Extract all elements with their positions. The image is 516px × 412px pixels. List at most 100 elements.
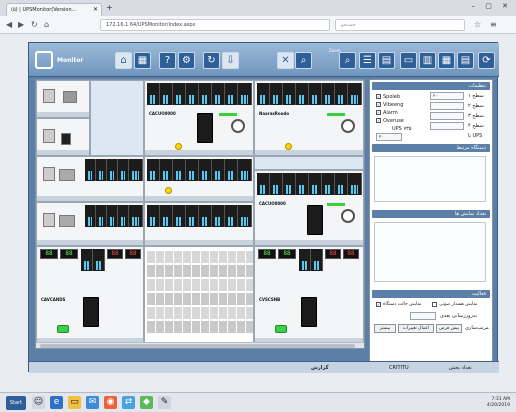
grid-button[interactable]: ▦ [134,52,151,69]
gauge [270,173,283,195]
device-name: CAVCANDS [41,297,66,302]
digital-readout: 88 [107,249,123,259]
device-tile-lower-left[interactable]: 88 88 88 88 CAVCANDS [36,246,144,344]
digital-readout: 88 [258,249,276,259]
search-button[interactable]: ⌕ [339,52,356,69]
layout2-button[interactable]: ▥ [419,52,436,69]
ok-lamp-icon [57,325,69,333]
browser-tab[interactable]: (۵) | UPSMonitor(Version... ✕ [6,3,102,16]
check-label: Overuse [383,118,404,124]
check-label: Spoleb [383,94,401,100]
checkbox-alarm[interactable]: ✓ [376,110,381,115]
period-select[interactable] [410,312,436,320]
level2-select[interactable] [430,102,464,110]
bookmarks-icon[interactable]: ☆ [474,20,481,29]
window-controls[interactable]: – ▢ ✕ [472,2,512,10]
device-list[interactable] [374,156,486,202]
device-tile-lower-right[interactable]: 88 88 88 88 CVSCSNB [254,246,364,344]
network-icon[interactable]: ⇄ [122,396,135,409]
settings-button[interactable]: ⚙ [178,52,195,69]
search-placeholder: جستجو [341,22,356,28]
refresh-button[interactable]: ↻ [203,52,220,69]
device-image [59,169,75,181]
gauge [118,159,129,181]
search-input[interactable]: جستجو [335,19,465,31]
device-tile[interactable] [144,202,254,246]
gauge [335,173,348,195]
reload-icon[interactable]: ↻ [31,20,38,29]
scrollbar-thumb[interactable] [40,344,355,348]
gauge [107,159,118,181]
device-tile-upper-left[interactable]: CACUO0000 [144,80,254,156]
level4-select[interactable] [430,122,464,130]
gauge [212,159,225,181]
gauge [309,173,322,195]
home-icon[interactable]: ⌂ [44,20,49,29]
paint-icon[interactable]: ✎ [158,396,171,409]
layout1-button[interactable]: ▭ [400,52,417,69]
gauge [283,83,296,105]
new-tab-icon[interactable]: + [106,3,113,12]
checkbox-spoleb[interactable]: ✓ [376,94,381,99]
ups-select[interactable]: ۲۰ [376,133,402,141]
horizontal-scrollbar[interactable] [36,342,364,348]
start-button[interactable]: Start [6,396,26,410]
gauge [173,205,186,227]
device-tile[interactable] [36,80,90,118]
gauge [283,173,296,195]
monitor-grid: CACUO0000 NaarasRoudo CACUO0000 88 88 88… [35,79,365,349]
chat-icon[interactable]: ✉ [86,396,99,409]
gauge [311,249,323,271]
home-button[interactable]: ⌂ [115,52,132,69]
sync-button[interactable]: ⟳ [478,52,495,69]
device-tile[interactable] [144,156,254,202]
layout3-button[interactable]: ▦ [438,52,455,69]
device-tile[interactable] [36,118,90,156]
device-tile[interactable] [36,202,144,246]
ups-label: تا UPS [468,133,483,139]
gauge [186,159,199,181]
apply-button[interactable]: اعمال تغییرات [398,324,434,333]
menu-icon[interactable]: ≡ [490,20,497,29]
device-image [59,215,75,227]
checkbox-overuse[interactable]: ✓ [376,118,381,123]
digital-readout: 88 [343,249,359,259]
prev-button[interactable]: بیشتر [374,324,396,333]
explorer-icon[interactable]: e [50,396,63,409]
user-icon[interactable]: ☺ [32,396,45,409]
device-name: NaarasRoudo [259,111,290,116]
close-view-button[interactable]: ✕ [277,52,294,69]
report-button[interactable]: ▤ [378,52,395,69]
sensor-row [147,265,253,277]
close-icon[interactable]: ✕ [93,6,98,13]
back-icon[interactable]: ◀ [6,20,12,29]
device-tile-middle[interactable]: CACUO0000 [254,170,364,246]
level3-select[interactable] [430,112,464,120]
help-button[interactable]: ? [159,52,176,69]
app-icon[interactable]: ◆ [140,396,153,409]
status-value: CRITITU [389,365,409,371]
reset-button[interactable]: پیش فرض [436,324,462,333]
forward-icon[interactable]: ▶ [18,20,24,29]
checkbox-device-state[interactable]: ✓ [376,302,381,307]
checkbox-sound[interactable] [432,302,437,307]
gauge [129,159,143,181]
zoom-button[interactable]: ⌕ [295,52,312,69]
checkbox-vibeeng[interactable]: ✓ [376,102,381,107]
export-button[interactable]: ⇩ [222,52,239,69]
firefox-icon[interactable]: ◉ [104,396,117,409]
url-bar[interactable]: 172.16.1.64/UPSMonitor/index.aspx [100,19,330,31]
folder-icon[interactable]: ▭ [68,396,81,409]
clock[interactable]: 7:31 AM 4/20/2019 [487,397,510,409]
level1-select[interactable]: ۲۰ [430,92,464,100]
device-tile-upper-right[interactable]: NaarasRoudo [254,80,364,156]
alarm-lamp-icon [285,143,292,150]
tile-label [255,240,363,245]
session-list[interactable] [374,222,486,282]
device-name: CVSCSNB [259,297,281,302]
gauge [257,173,270,195]
device-tile[interactable] [36,156,144,202]
gauge [348,83,362,105]
list-button[interactable]: ☰ [359,52,376,69]
layout4-button[interactable]: ▤ [457,52,474,69]
